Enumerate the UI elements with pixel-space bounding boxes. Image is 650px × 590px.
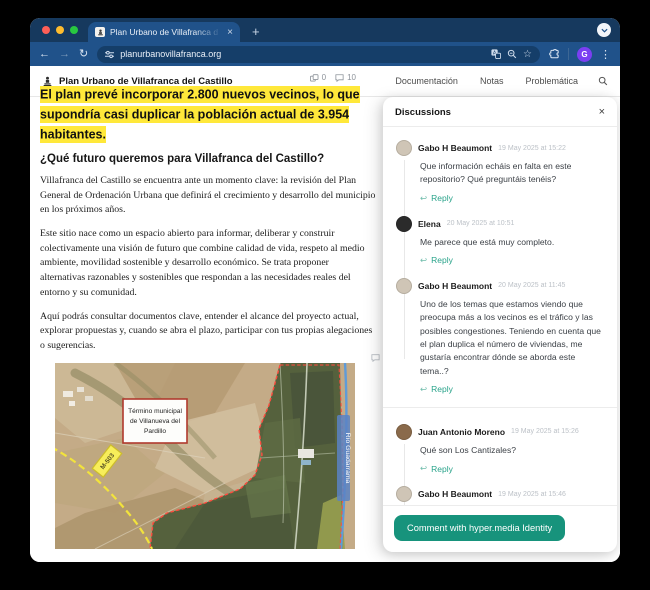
article-meta: 0 10	[310, 73, 356, 82]
reply-button[interactable]: ↩ Reply	[420, 193, 604, 204]
zoom-out-icon[interactable]	[507, 49, 517, 59]
comment-timestamp: 19 May 2025 at 15:26	[511, 428, 579, 435]
thread: Juan Antonio Moreno 19 May 2025 at 15:26…	[396, 424, 604, 505]
comment-body: Uno de los temas que estamos viendo que …	[420, 298, 604, 378]
toolbar-right: G ⋮	[549, 47, 611, 62]
url-bar[interactable]: planurbanovillafranca.org A ☆	[97, 46, 540, 63]
article-paragraph-1: Villafranca del Castillo se encuentra an…	[40, 174, 376, 218]
reply-icon: ↩	[420, 193, 427, 204]
forward-button[interactable]: →	[59, 49, 70, 60]
tab-close-icon[interactable]: ×	[227, 27, 233, 38]
nav-documentacion[interactable]: Documentación	[395, 76, 458, 86]
comment-with-identity-button[interactable]: Comment with hyper.media Identity	[394, 515, 565, 541]
avatar	[396, 424, 412, 440]
discussions-title: Discussions	[395, 107, 599, 118]
search-icon[interactable]	[598, 76, 608, 86]
comment: Juan Antonio Moreno 19 May 2025 at 15:26…	[396, 424, 604, 474]
margin-comment-icon[interactable]	[371, 354, 380, 362]
comment-body: Me parece que está muy completo.	[420, 236, 604, 249]
article-paragraph-3: Aquí podrás consultar documentos clave, …	[40, 310, 376, 354]
comment: Gabo H Beaumont 19 May 2025 at 15:22 Que…	[396, 140, 604, 204]
avatar	[396, 278, 412, 294]
river-label: Río Guadarrama	[337, 415, 351, 501]
close-window-button[interactable]	[42, 26, 50, 34]
comment-button-row: Comment with hyper.media Identity	[383, 505, 617, 552]
avatar	[396, 216, 412, 232]
avatar	[396, 140, 412, 156]
thread-divider	[383, 407, 617, 408]
svg-text:Río Guadarrama: Río Guadarrama	[344, 432, 351, 483]
reload-button[interactable]: ↻	[79, 49, 88, 60]
comment-author[interactable]: Gabo H Beaumont	[418, 143, 492, 153]
new-tab-button[interactable]: +	[252, 22, 260, 42]
discussions-header: Discussions ×	[383, 97, 617, 127]
close-icon[interactable]: ×	[599, 107, 605, 118]
bookmark-star-icon[interactable]: ☆	[523, 49, 532, 60]
maximize-window-button[interactable]	[70, 26, 78, 34]
thread-connector	[404, 160, 405, 359]
toolbar-divider	[568, 48, 569, 60]
window-controls	[42, 26, 78, 34]
tab-title: Plan Urbano de Villafranca d	[110, 27, 222, 37]
comment-author[interactable]: Juan Antonio Moreno	[418, 427, 505, 437]
tab-strip: Plan Urbano de Villafranca d × +	[30, 18, 620, 42]
discussions-panel: Discussions × Gabo H Beaumont 19 May 202…	[383, 97, 617, 552]
comment-timestamp: 19 May 2025 at 15:22	[498, 145, 566, 152]
thread: Gabo H Beaumont 19 May 2025 at 15:22 Que…	[396, 140, 604, 395]
comment-author[interactable]: Gabo H Beaumont	[418, 489, 492, 499]
reply-icon: ↩	[420, 463, 427, 474]
browser-tab[interactable]: Plan Urbano de Villafranca d ×	[88, 22, 240, 42]
tune-icon[interactable]	[105, 50, 114, 59]
discussions-threads[interactable]: Gabo H Beaumont 19 May 2025 at 15:22 Que…	[383, 127, 617, 505]
comment-body: Qué son Los Cantizales?	[420, 444, 604, 457]
article: 0 10 El plan prevé incorporar 2.800 nuev…	[40, 70, 376, 549]
comment-body: Que información echáis en falta en este …	[420, 160, 604, 187]
comments-count[interactable]: 10	[335, 73, 356, 82]
article-paragraph-2: Este sitio nace como un espacio abierto …	[40, 227, 376, 300]
comment: Elena 20 May 2025 at 10:51 Me parece que…	[396, 216, 604, 266]
minimize-window-button[interactable]	[56, 26, 64, 34]
svg-text:de Villanueva del: de Villanueva del	[130, 418, 181, 425]
comment-author[interactable]: Gabo H Beaumont	[418, 281, 492, 291]
comment-author[interactable]: Elena	[418, 219, 441, 229]
reply-button[interactable]: ↩ Reply	[420, 384, 604, 395]
municipality-label: Término municipal de Villanueva del Pard…	[123, 399, 187, 443]
extensions-icon[interactable]	[549, 49, 560, 60]
browser-window: Plan Urbano de Villafranca d × + ← → ↻ p…	[30, 18, 620, 562]
citations-count[interactable]: 0	[310, 73, 326, 82]
reply-button[interactable]: ↩ Reply	[420, 463, 604, 474]
comment: Gabo H Beaumont 20 May 2025 at 11:45 Uno…	[396, 278, 604, 395]
svg-text:Término municipal: Término municipal	[128, 408, 182, 415]
reply-button[interactable]: ↩ Reply	[420, 255, 604, 266]
menu-kebab-icon[interactable]: ⋮	[600, 48, 611, 61]
translate-icon[interactable]: A	[491, 49, 501, 59]
reply-icon: ↩	[420, 255, 427, 266]
comment: Gabo H Beaumont 19 May 2025 at 15:46 Bue…	[396, 486, 604, 505]
article-headline: El plan prevé incorporar 2.800 nuevos ve…	[40, 84, 376, 144]
article-subheadline: ¿Qué futuro queremos para Villafranca de…	[40, 153, 376, 165]
municipality-map-image: M-503 Término municipal de Villanueva de…	[55, 363, 355, 549]
profile-avatar[interactable]: G	[577, 47, 592, 62]
nav-notas[interactable]: Notas	[480, 76, 504, 86]
url-text[interactable]: planurbanovillafranca.org	[120, 49, 485, 59]
back-button[interactable]: ←	[39, 49, 50, 60]
comment-timestamp: 20 May 2025 at 10:51	[447, 220, 515, 227]
comment-timestamp: 20 May 2025 at 11:45	[498, 282, 565, 289]
profile-chevron-button[interactable]	[597, 23, 611, 37]
avatar	[396, 486, 412, 502]
nav-problematica[interactable]: Problemática	[525, 76, 578, 86]
browser-toolbar: ← → ↻ planurbanovillafranca.org A ☆ G ⋮	[30, 42, 620, 66]
svg-text:Pardillo: Pardillo	[144, 428, 166, 435]
comment-timestamp: 19 May 2025 at 15:46	[498, 491, 566, 498]
favicon-icon	[95, 27, 105, 37]
reply-icon: ↩	[420, 384, 427, 395]
